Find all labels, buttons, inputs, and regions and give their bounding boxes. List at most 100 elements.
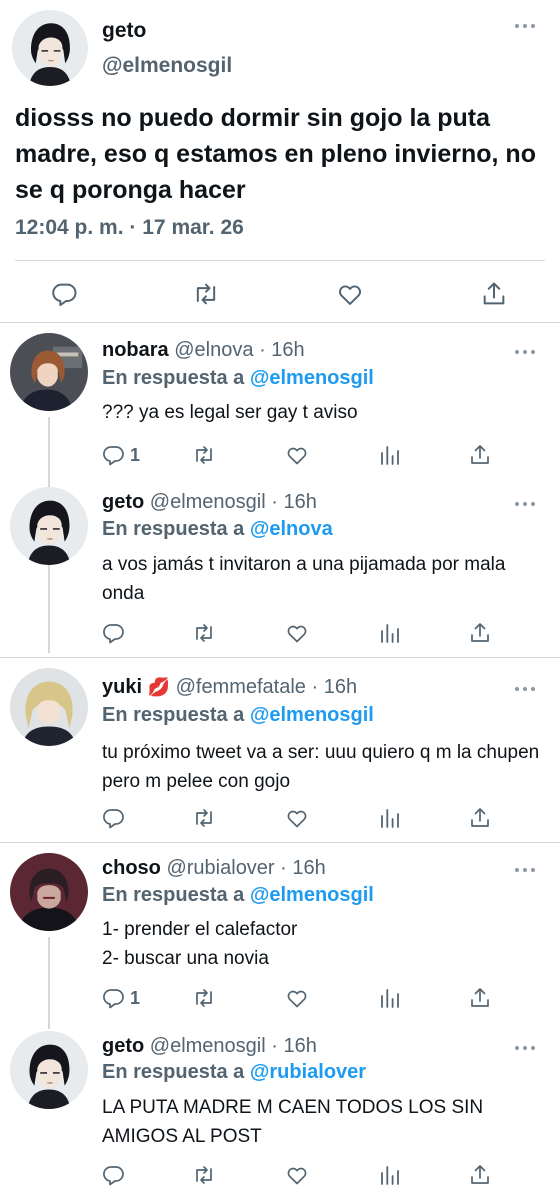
share-button[interactable]	[468, 804, 492, 832]
more-options-icon[interactable]	[515, 687, 535, 691]
in-reply-label: En respuesta a	[102, 884, 245, 906]
in-reply-label: En respuesta a	[102, 367, 245, 389]
in-reply-handle[interactable]: @elmenosgil	[250, 704, 374, 726]
author-name[interactable]: geto	[102, 491, 144, 513]
like-button[interactable]	[285, 441, 309, 469]
author-handle[interactable]: @elmenosgil	[150, 491, 266, 513]
share-button[interactable]	[468, 619, 492, 647]
in-reply-handle[interactable]: @rubialover	[250, 1061, 366, 1083]
reply-text: a vos jamás t invitaron a una pijamada p…	[102, 554, 506, 604]
share-button[interactable]	[480, 280, 508, 308]
analytics-button[interactable]	[378, 441, 402, 469]
like-button[interactable]	[336, 280, 364, 308]
in-reply-to: En respuesta a @elnova	[102, 518, 333, 541]
author-handle[interactable]: @elnova	[174, 339, 253, 361]
author-handle[interactable]: @elmenosgil	[150, 1035, 266, 1057]
reply-button[interactable]	[102, 619, 126, 647]
more-options-icon[interactable]	[515, 350, 535, 354]
share-icon	[468, 986, 492, 1010]
share-button[interactable]	[468, 1161, 492, 1189]
reply-button[interactable]: 1	[102, 984, 140, 1012]
like-button[interactable]	[285, 804, 309, 832]
main-tweet: geto @elmenosgil diosss no puedo dormir …	[0, 0, 560, 322]
retweet-button[interactable]	[192, 804, 216, 832]
retweet-button[interactable]	[192, 1161, 216, 1189]
share-button[interactable]	[468, 984, 492, 1012]
reply-icon	[102, 443, 126, 467]
reply-time[interactable]: 16h	[271, 339, 304, 361]
avatar[interactable]	[10, 668, 88, 746]
share-icon	[468, 1163, 492, 1187]
analytics-button[interactable]	[378, 804, 402, 832]
like-button[interactable]	[285, 1161, 309, 1189]
reply-button[interactable]	[51, 280, 79, 308]
in-reply-handle[interactable]: @elmenosgil	[250, 884, 374, 906]
avatar[interactable]	[10, 853, 88, 931]
reply-time[interactable]: 16h	[292, 857, 325, 879]
reply-text: 1- prender el calefactor 2- buscar una n…	[102, 915, 547, 973]
avatar[interactable]	[10, 487, 88, 565]
in-reply-to: En respuesta a @elmenosgil	[102, 367, 374, 390]
share-button[interactable]	[468, 441, 492, 469]
avatar[interactable]	[10, 333, 88, 411]
author-name[interactable]: geto	[102, 19, 146, 43]
more-options-icon[interactable]	[515, 1046, 535, 1050]
reply-header: geto @elmenosgil · 16h	[102, 1035, 317, 1057]
divider	[0, 322, 560, 323]
reply-button[interactable]	[102, 1161, 126, 1189]
heart-icon	[285, 806, 309, 830]
reply-icon	[102, 621, 126, 645]
reply-time[interactable]: 16h	[324, 676, 357, 698]
in-reply-label: En respuesta a	[102, 1061, 245, 1083]
stats-icon	[378, 621, 402, 645]
reply-icon	[51, 280, 79, 308]
thread-line	[48, 937, 50, 1029]
stats-icon	[378, 443, 402, 467]
author-name[interactable]: geto	[102, 1035, 144, 1057]
in-reply-handle[interactable]: @elnova	[250, 518, 333, 540]
reply-text: ??? ya es legal ser gay t aviso	[102, 402, 358, 423]
reply-text-line: 2- buscar una novia	[102, 948, 269, 969]
retweet-icon	[192, 621, 216, 645]
retweet-icon	[192, 443, 216, 467]
author-handle[interactable]: @rubialover	[166, 857, 274, 879]
author-name[interactable]: yuki	[102, 676, 142, 698]
reply-time[interactable]: 16h	[284, 491, 317, 513]
tweet-timestamp[interactable]: 12:04 p. m. · 17 mar. 26	[15, 216, 244, 240]
author-handle[interactable]: @femmefatale	[176, 676, 306, 698]
like-button[interactable]	[285, 984, 309, 1012]
in-reply-to: En respuesta a @elmenosgil	[102, 704, 374, 727]
author-name[interactable]: nobara	[102, 339, 169, 361]
author-handle[interactable]: @elmenosgil	[102, 54, 232, 78]
author-name[interactable]: choso	[102, 857, 161, 879]
lips-icon: 💋	[147, 677, 171, 697]
share-icon	[468, 806, 492, 830]
reply-header: yuki 💋 @femmefatale · 16h	[102, 676, 358, 698]
reply-button[interactable]	[102, 804, 126, 832]
more-options-icon[interactable]	[515, 502, 535, 506]
analytics-button[interactable]	[378, 984, 402, 1012]
more-options-icon[interactable]	[515, 24, 535, 28]
more-options-icon[interactable]	[515, 868, 535, 872]
reply-time[interactable]: 16h	[284, 1035, 317, 1057]
retweet-button[interactable]	[192, 280, 220, 308]
retweet-button[interactable]	[192, 441, 216, 469]
tweet-text: diosss no puedo dormir sin gojo la puta …	[15, 104, 536, 204]
retweet-icon	[192, 1163, 216, 1187]
avatar[interactable]	[12, 10, 88, 86]
heart-icon	[336, 280, 364, 308]
in-reply-handle[interactable]: @elmenosgil	[250, 367, 374, 389]
retweet-button[interactable]	[192, 984, 216, 1012]
retweet-icon	[192, 280, 220, 308]
like-button[interactable]	[285, 619, 309, 647]
stats-icon	[378, 1163, 402, 1187]
tweet-time: 12:04 p. m.	[15, 216, 124, 239]
reply-icon	[102, 986, 126, 1010]
reply-text: LA PUTA MADRE M CAEN TODOS LOS SIN AMIGO…	[102, 1097, 484, 1147]
analytics-button[interactable]	[378, 619, 402, 647]
avatar[interactable]	[10, 1031, 88, 1109]
reply-button[interactable]: 1	[102, 441, 140, 469]
retweet-button[interactable]	[192, 619, 216, 647]
divider	[15, 260, 545, 261]
analytics-button[interactable]	[378, 1161, 402, 1189]
